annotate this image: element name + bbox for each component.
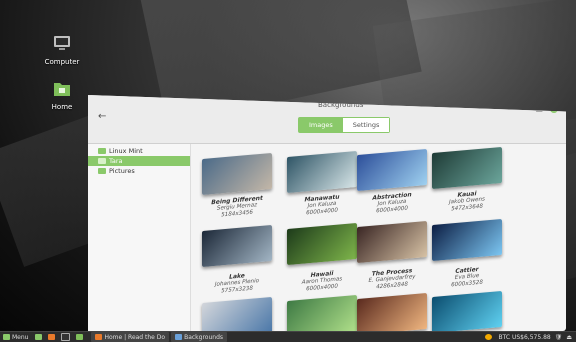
wallpaper-thumbnail[interactable] <box>432 146 502 190</box>
menu-button[interactable]: Menu <box>0 332 31 342</box>
wallpaper-caption: Hawaii Aaron Thomas 6000x4000 <box>282 269 362 295</box>
bitcoin-icon <box>485 334 493 340</box>
show-desktop-icon[interactable] <box>35 334 43 340</box>
wallpaper-thumbnail[interactable] <box>202 152 272 196</box>
files-icon[interactable] <box>76 334 84 340</box>
image-gallery: Being Different Sergiu Mernaz 5184x3456 Man… <box>192 146 566 331</box>
tab-switcher: Images Settings <box>298 117 391 133</box>
firefox-icon[interactable] <box>48 334 56 340</box>
tab-settings[interactable]: Settings <box>342 118 390 132</box>
sidebar-item-linux-mint[interactable]: Linux Mint <box>88 146 190 156</box>
taskbar-window-label: Backgrounds <box>184 333 223 341</box>
wallpaper-caption: Manawatu Jon Kaluza 6000x4000 <box>282 193 362 219</box>
sidebar-item-label: Tara <box>109 157 123 165</box>
desktop-icon-label: Home <box>51 103 73 111</box>
system-tray: BTC US$6,575.88 🛡 ⏏ <box>485 334 572 341</box>
sidebar-item-label: Pictures <box>109 167 135 175</box>
wallpaper-thumbnail[interactable] <box>202 224 272 268</box>
sidebar-item-tara[interactable]: Tara <box>88 156 190 166</box>
wallpaper-caption: Being Different Sergiu Mernaz 5184x3456 <box>197 195 277 221</box>
network-icon[interactable]: ⏏ <box>566 334 572 341</box>
wallpaper-thumbnail[interactable] <box>432 290 502 331</box>
sidebar: Linux Mint Tara Pictures <box>88 144 191 331</box>
wallpaper-thumbnail[interactable] <box>287 222 357 266</box>
wallpaper-caption: Kauai Jakob Owens 5472x3648 <box>427 189 507 215</box>
desktop-icon-label: Computer <box>44 58 80 66</box>
terminal-icon[interactable] <box>61 333 71 341</box>
wallpaper-caption: Lake Johannes Plenio 5757x3238 <box>197 271 277 297</box>
sidebar-item-label: Linux Mint <box>109 147 143 155</box>
wallpaper-thumbnail[interactable] <box>432 218 502 262</box>
backgrounds-app-icon <box>175 334 183 340</box>
folder-icon <box>98 148 106 154</box>
desktop-icon-computer[interactable]: Computer <box>32 35 92 66</box>
wallpaper-thumbnail[interactable] <box>287 150 357 194</box>
wallpaper-caption: Cattier Eva Blue 6000x3528 <box>427 265 507 291</box>
wallpaper-thumbnail[interactable] <box>357 292 427 331</box>
taskbar: Menu Home | Read the Do Backgrounds BTC … <box>0 331 576 342</box>
wallpaper-thumbnail[interactable] <box>357 220 427 264</box>
shield-icon[interactable]: 🛡 <box>555 334 563 341</box>
sidebar-item-pictures[interactable]: Pictures <box>88 166 190 176</box>
btc-price: BTC US$6,575.88 <box>498 333 551 341</box>
wallpaper-caption: The Process E. Ganjevdarfrey 4286x2848 <box>352 267 432 293</box>
taskbar-window-home[interactable]: Home | Read the Do <box>91 332 170 342</box>
wallpaper-thumbnail[interactable] <box>357 148 427 192</box>
home-folder-icon <box>54 83 70 96</box>
computer-icon <box>54 36 70 50</box>
tab-images[interactable]: Images <box>299 118 343 132</box>
folder-icon <box>98 158 106 164</box>
taskbar-window-backgrounds[interactable]: Backgrounds <box>171 332 227 342</box>
desktop-icon-home[interactable]: Home <box>32 80 92 111</box>
wallpaper-caption: Abstraction Jon Kaluza 6000x4000 <box>352 191 432 217</box>
backgrounds-window: ← Backgrounds — Images Settings Linux Mi… <box>88 95 566 331</box>
menu-label: Menu <box>12 333 29 341</box>
taskbar-window-label: Home | Read the Do <box>104 333 166 341</box>
folder-icon <box>98 168 106 174</box>
back-arrow-icon[interactable]: ← <box>98 111 106 122</box>
mint-menu-icon <box>3 334 10 340</box>
browser-icon <box>95 334 103 340</box>
